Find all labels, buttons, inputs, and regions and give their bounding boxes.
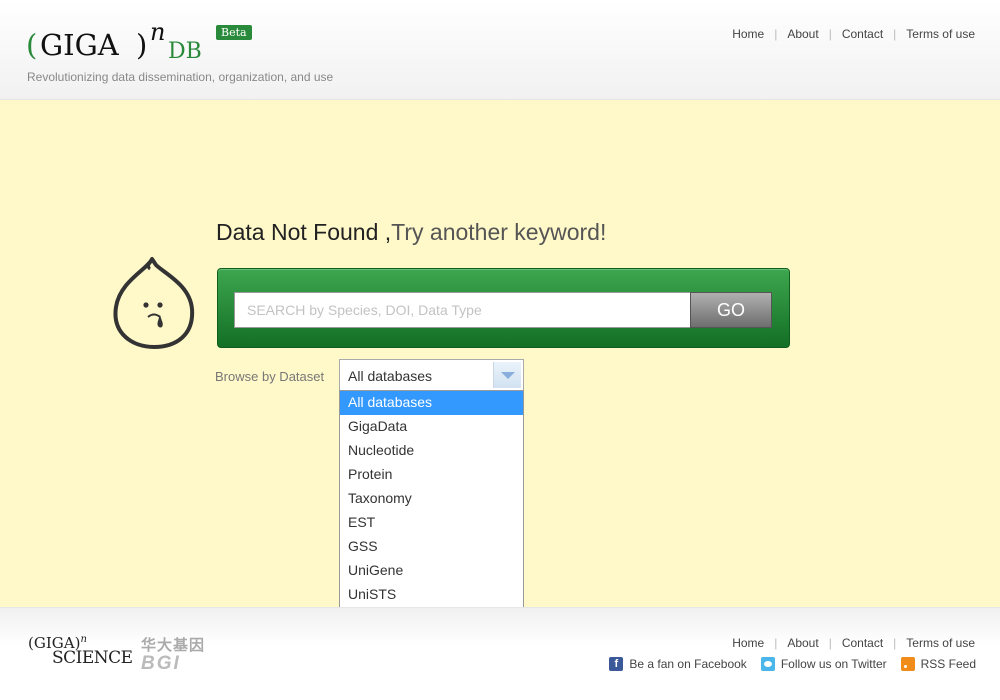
- facebook-icon: f: [609, 657, 624, 671]
- logo-giga: GIGA: [40, 28, 119, 62]
- twitter-link[interactable]: Follow us on Twitter: [760, 657, 887, 671]
- logo-paren-left: (: [26, 28, 38, 62]
- dropdown-option-protein[interactable]: Protein: [340, 463, 523, 487]
- gigascience-logo-science: SCIENCE: [52, 648, 133, 668]
- dropdown-option-gigadata[interactable]: GigaData: [340, 415, 523, 439]
- dropdown-option-taxonomy[interactable]: Taxonomy: [340, 487, 523, 511]
- twitter-icon: [760, 657, 775, 671]
- not-found-heading: Data Not Found ,Try another keyword!: [216, 219, 606, 246]
- search-input[interactable]: [234, 292, 691, 328]
- go-button[interactable]: GO: [690, 292, 772, 328]
- dataset-select[interactable]: All databases: [339, 359, 524, 391]
- nav-separator: |: [893, 636, 897, 650]
- facebook-link[interactable]: f Be a fan on Facebook: [609, 657, 747, 671]
- nav-separator: |: [774, 636, 778, 650]
- gigascience-logo[interactable]: (GIGA)n SCIENCE: [28, 634, 133, 674]
- search-bar: GO: [217, 268, 790, 348]
- footer-nav-home[interactable]: Home: [732, 636, 764, 650]
- chevron-down-icon[interactable]: [493, 362, 521, 388]
- bgi-logo-chinese: 华大基因: [141, 637, 206, 654]
- footer-nav: Home | About | Contact | Terms of use: [732, 636, 975, 650]
- nav-terms[interactable]: Terms of use: [906, 27, 975, 41]
- not-found-subtitle: Try another keyword!: [391, 219, 607, 245]
- nav-separator: |: [893, 27, 897, 41]
- gigadb-logo[interactable]: ( GIGA ) n DB Beta: [26, 18, 266, 70]
- logo-paren-right: ): [136, 28, 148, 62]
- dataset-select-value: All databases: [348, 368, 433, 384]
- bgi-logo[interactable]: 华大基因 BGI: [141, 634, 221, 674]
- footer-nav-contact[interactable]: Contact: [842, 636, 883, 650]
- dataset-dropdown-list: All databases GigaData Nucleotide Protei…: [339, 390, 524, 608]
- main-content: Data Not Found ,Try another keyword! GO …: [0, 100, 1000, 608]
- logo-superscript: n: [150, 18, 166, 46]
- social-links: f Be a fan on Facebook Follow us on Twit…: [595, 657, 976, 671]
- rss-icon: [900, 657, 915, 671]
- dropdown-option-gss[interactable]: GSS: [340, 535, 523, 559]
- facebook-link-label: Be a fan on Facebook: [629, 657, 747, 671]
- dropdown-option-all-databases[interactable]: All databases: [340, 391, 523, 415]
- nav-contact[interactable]: Contact: [842, 27, 883, 41]
- dropdown-option-est[interactable]: EST: [340, 511, 523, 535]
- twitter-link-label: Follow us on Twitter: [780, 657, 887, 671]
- footer-nav-terms[interactable]: Terms of use: [906, 636, 975, 650]
- top-nav: Home | About | Contact | Terms of use: [732, 27, 975, 41]
- beta-badge: Beta: [216, 25, 252, 40]
- site-footer: (GIGA)n SCIENCE 华大基因 BGI Home | About | …: [0, 607, 1000, 700]
- nav-separator: |: [828, 636, 832, 650]
- site-tagline: Revolutionizing data dissemination, orga…: [27, 70, 334, 84]
- sad-face-icon: [113, 257, 195, 349]
- nav-separator: |: [774, 27, 778, 41]
- nav-separator: |: [828, 27, 832, 41]
- dropdown-option-unists[interactable]: UniSTS: [340, 583, 523, 607]
- browse-label: Browse by Dataset: [215, 369, 325, 384]
- nav-about[interactable]: About: [787, 27, 818, 41]
- rss-link-label: RSS Feed: [920, 657, 976, 671]
- rss-link[interactable]: RSS Feed: [900, 657, 976, 671]
- nav-home[interactable]: Home: [732, 27, 764, 41]
- logo-db: DB: [168, 39, 202, 64]
- footer-nav-about[interactable]: About: [787, 636, 818, 650]
- not-found-title: Data Not Found ,: [216, 219, 392, 245]
- site-header: ( GIGA ) n DB Beta Revolutionizing data …: [0, 0, 1000, 100]
- bgi-logo-text: BGI: [141, 653, 181, 674]
- dropdown-option-nucleotide[interactable]: Nucleotide: [340, 439, 523, 463]
- dropdown-option-unigene[interactable]: UniGene: [340, 559, 523, 583]
